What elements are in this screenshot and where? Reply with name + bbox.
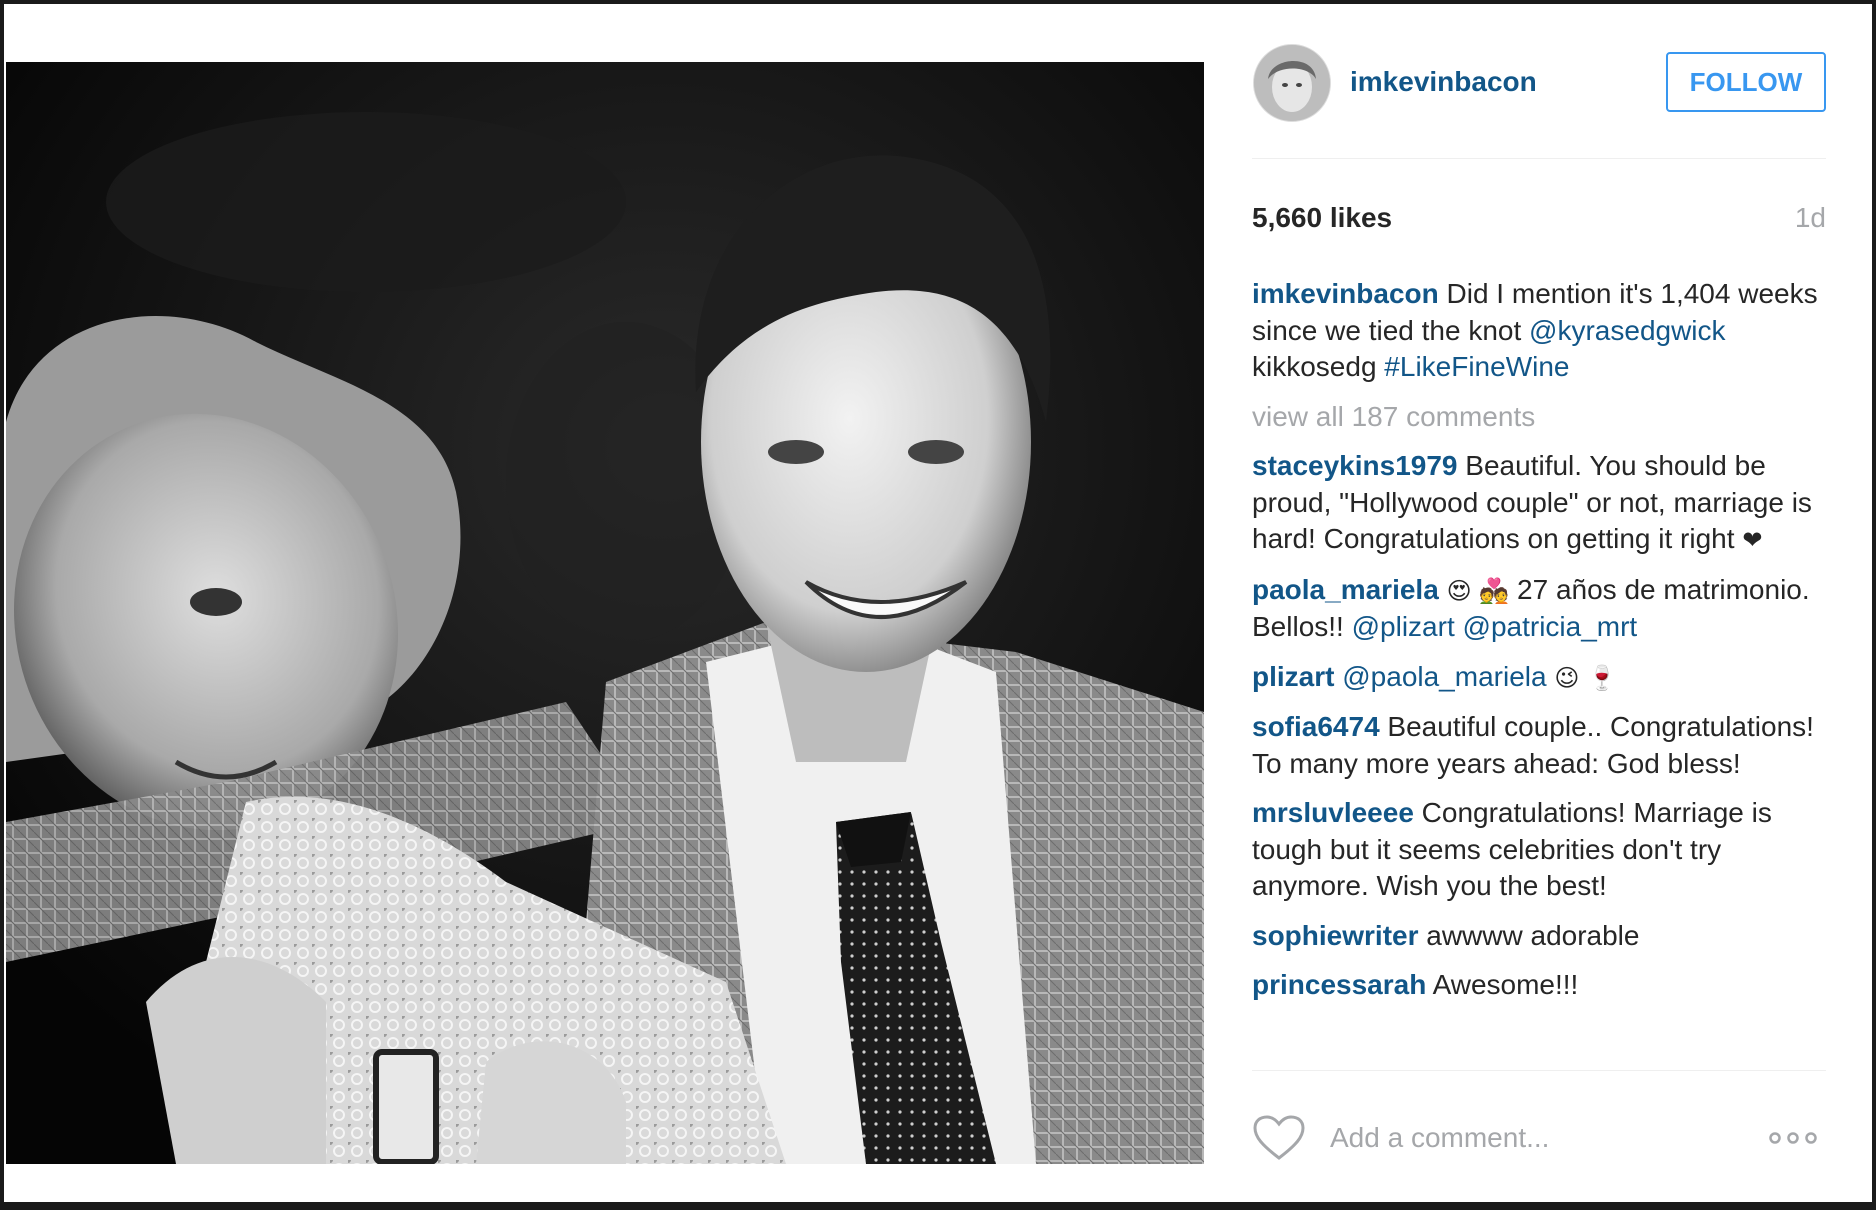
comment-item: sophiewriter awwww adorable: [1252, 918, 1826, 955]
view-all-comments-link[interactable]: view all 187 comments: [1252, 399, 1826, 436]
add-comment-input[interactable]: [1330, 1116, 1730, 1160]
comment-item: staceykins1979 Beautiful. You should be …: [1252, 448, 1826, 559]
comment-item: princessarah Awesome!!!: [1252, 967, 1826, 1004]
likes-count[interactable]: 5,660 likes: [1252, 202, 1392, 234]
couple-emoji-icon: 💑: [1479, 576, 1510, 605]
wine-glass-emoji-icon: 🍷: [1587, 663, 1618, 692]
comment-username[interactable]: sophiewriter: [1252, 920, 1418, 951]
wink-emoji-icon: 😉: [1554, 663, 1580, 692]
heart-eyes-emoji-icon: 😍: [1446, 576, 1472, 605]
comment-text: Awesome!!!: [1426, 969, 1579, 1000]
more-options-icon[interactable]: [1768, 1128, 1818, 1148]
comment-item: plizart @paola_mariela 😉 🍷: [1252, 659, 1826, 697]
caption-username[interactable]: imkevinbacon: [1252, 278, 1439, 309]
comment-username[interactable]: sofia6474: [1252, 711, 1380, 742]
comment-username[interactable]: paola_mariela: [1252, 574, 1439, 605]
caption-mention[interactable]: @kyrasedgwick: [1529, 315, 1725, 346]
caption: imkevinbacon Did I mention it's 1,404 we…: [1252, 276, 1826, 386]
comment-list: imkevinbacon Did I mention it's 1,404 we…: [1252, 276, 1826, 1017]
window-frame: imkevinbacon FOLLOW 5,660 likes 1d imkev…: [0, 0, 1876, 1210]
post-username-link[interactable]: imkevinbacon: [1350, 66, 1537, 98]
post-card: imkevinbacon FOLLOW 5,660 likes 1d imkev…: [4, 4, 1872, 1202]
post-age[interactable]: 1d: [1795, 202, 1826, 234]
comment-text: awwww adorable: [1418, 919, 1640, 951]
heart-emoji-icon: ❤: [1742, 526, 1763, 554]
comment-item: paola_mariela 😍 💑 27 años de matrimonio.…: [1252, 572, 1826, 646]
footer-divider: [1252, 1070, 1826, 1071]
caption-text: kikkosedg: [1252, 351, 1385, 382]
comment-mention[interactable]: @patricia_mrt: [1463, 611, 1638, 642]
header-divider: [1252, 158, 1826, 159]
comment-username[interactable]: plizart: [1252, 661, 1334, 692]
comment-username[interactable]: princessarah: [1252, 969, 1426, 1000]
comment-username[interactable]: staceykins1979: [1252, 450, 1458, 481]
wedding-photo-image: [6, 62, 1204, 1164]
add-comment-row: [1252, 1114, 1826, 1168]
post-sidebar: imkevinbacon FOLLOW 5,660 likes 1d imkev…: [1252, 4, 1832, 1202]
comment-username[interactable]: mrsluvleeee: [1252, 797, 1414, 828]
heart-outline-icon[interactable]: [1252, 1114, 1306, 1162]
comment-mention[interactable]: @paola_mariela: [1342, 661, 1546, 692]
follow-button[interactable]: FOLLOW: [1666, 52, 1826, 112]
comment-mention[interactable]: @plizart: [1352, 611, 1455, 642]
avatar[interactable]: [1253, 44, 1331, 122]
comment-item: mrsluvleeee Congratulations! Marriage is…: [1252, 795, 1826, 905]
caption-hashtag[interactable]: #LikeFineWine: [1384, 351, 1569, 382]
comment-item: sofia6474 Beautiful couple.. Congratulat…: [1252, 709, 1826, 782]
post-photo[interactable]: [6, 62, 1204, 1164]
profile-photo-icon: [1254, 45, 1330, 121]
